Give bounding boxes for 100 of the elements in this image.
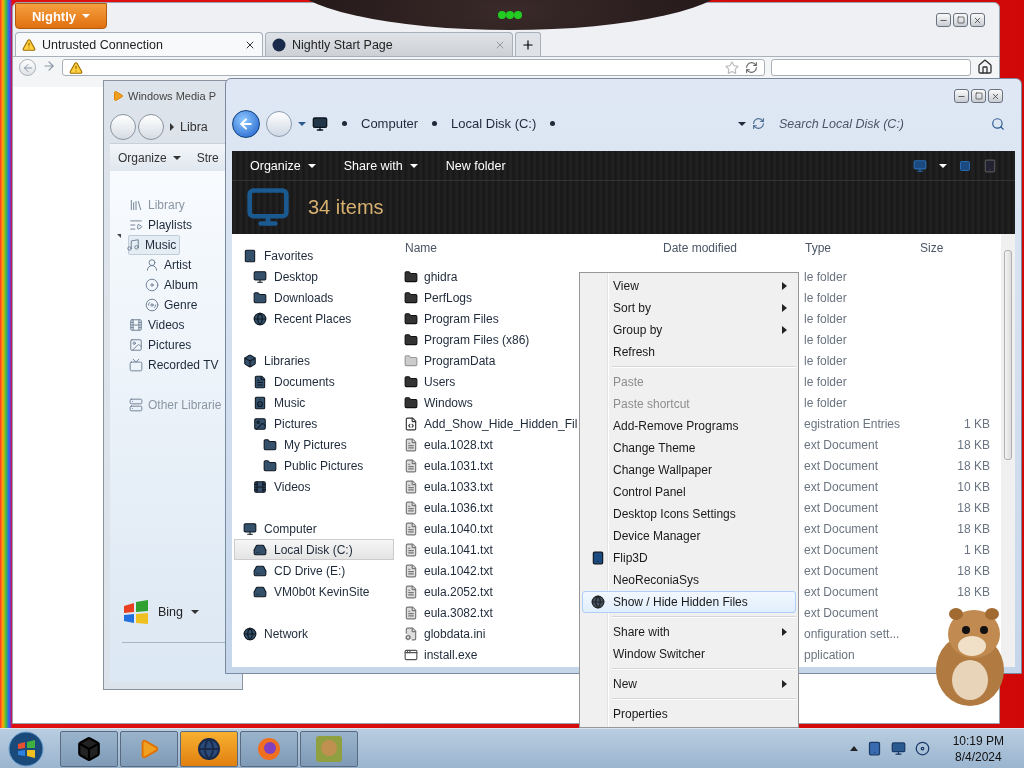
nav-item[interactable]: VM0b0t KevinSite bbox=[234, 581, 394, 602]
close-button[interactable] bbox=[970, 13, 985, 27]
column-header[interactable]: Size bbox=[916, 237, 996, 258]
menu-item[interactable]: NeoReconiaSys bbox=[582, 569, 796, 591]
nav-item[interactable]: Desktop bbox=[234, 266, 394, 287]
library-item[interactable]: Pictures bbox=[128, 335, 196, 355]
show-hidden-icons[interactable] bbox=[849, 746, 858, 751]
search-field[interactable] bbox=[771, 59, 971, 76]
forward-button[interactable] bbox=[266, 110, 292, 137]
breadcrumb-item[interactable]: Local Disk (C:) bbox=[451, 116, 537, 131]
nav-item[interactable]: Recent Places bbox=[234, 308, 394, 329]
home-icon[interactable] bbox=[977, 59, 993, 75]
file-size: 18 KB bbox=[956, 520, 991, 538]
speaker-icon bbox=[253, 395, 267, 410]
toolbar-button[interactable]: Share with bbox=[343, 156, 418, 175]
nav-item[interactable]: Music bbox=[234, 392, 394, 413]
back-button[interactable] bbox=[232, 109, 260, 138]
monitor-icon bbox=[253, 269, 267, 284]
registry-file-icon bbox=[404, 416, 418, 431]
plus-icon bbox=[521, 37, 535, 52]
nav-item[interactable]: Pictures bbox=[234, 413, 394, 434]
nav-item[interactable]: Favorites bbox=[234, 245, 394, 266]
preview-pane-icon[interactable] bbox=[959, 159, 971, 172]
nav-item[interactable]: Local Disk (C:) bbox=[234, 539, 394, 560]
menu-item[interactable]: Flip3D bbox=[582, 547, 796, 569]
menu-item[interactable]: Change Theme bbox=[582, 437, 796, 459]
menu-item[interactable]: Window Switcher bbox=[582, 643, 796, 665]
menu-item[interactable]: Device Manager bbox=[582, 525, 796, 547]
separator-icon bbox=[432, 121, 438, 126]
new-tab-button[interactable] bbox=[515, 32, 541, 56]
taskbar-app[interactable] bbox=[180, 730, 238, 767]
toolbar-button[interactable]: Organize bbox=[250, 156, 316, 175]
menu-item[interactable]: Share with bbox=[582, 621, 796, 643]
scrollbar[interactable] bbox=[1001, 234, 1015, 667]
text-file-icon bbox=[404, 563, 418, 578]
browser-tab[interactable]: Nightly Start Page bbox=[265, 32, 513, 56]
url-field[interactable] bbox=[62, 59, 765, 76]
maximize-button[interactable] bbox=[953, 13, 968, 27]
nav-item[interactable]: Network bbox=[234, 623, 394, 644]
view-icon[interactable] bbox=[913, 158, 927, 173]
library-item[interactable]: Genre bbox=[144, 295, 202, 315]
forward-icon[interactable] bbox=[42, 59, 56, 73]
library-item[interactable]: Videos bbox=[128, 315, 189, 335]
column-header[interactable]: Date modified bbox=[659, 237, 801, 258]
menu-item[interactable]: Refresh bbox=[582, 341, 796, 363]
menu-item[interactable]: Show / Hide Hidden Files bbox=[582, 591, 796, 613]
menu-item[interactable]: Properties bbox=[582, 703, 796, 725]
search-field[interactable]: Search Local Disk (C:) bbox=[777, 115, 987, 132]
menu-item[interactable]: Sort by bbox=[582, 297, 796, 319]
search-provider[interactable]: Bing bbox=[158, 605, 184, 619]
folder-icon bbox=[404, 395, 418, 410]
library-item[interactable]: Artist bbox=[144, 255, 196, 275]
nav-item[interactable]: Documents bbox=[234, 371, 394, 392]
maximize-button[interactable] bbox=[971, 89, 986, 103]
computer-icon bbox=[246, 185, 290, 229]
tablet-icon[interactable] bbox=[866, 741, 882, 756]
toolbar-button[interactable]: Stre bbox=[196, 150, 219, 165]
menu-item[interactable]: Group by bbox=[582, 319, 796, 341]
nav-item[interactable]: CD Drive (E:) bbox=[234, 560, 394, 581]
toolbar-button[interactable]: New folder bbox=[445, 156, 506, 175]
breadcrumb-item[interactable]: Computer bbox=[361, 116, 419, 131]
menu-item[interactable]: Desktop Icons Settings bbox=[582, 503, 796, 525]
browser-tab[interactable]: Untrusted Connection bbox=[15, 32, 263, 56]
menu-item[interactable]: Change Wallpaper bbox=[582, 459, 796, 481]
reload-icon[interactable] bbox=[745, 61, 758, 74]
start-button[interactable] bbox=[6, 729, 46, 768]
nav-item[interactable]: Libraries bbox=[234, 350, 394, 371]
file-type: onfiguration sett... bbox=[803, 625, 901, 643]
nav-item[interactable]: Public Pictures bbox=[234, 455, 394, 476]
column-header[interactable]: Name bbox=[401, 237, 659, 258]
star-icon[interactable] bbox=[725, 60, 739, 75]
toolbar-button[interactable]: Organize bbox=[118, 150, 181, 165]
disc-icon[interactable] bbox=[914, 741, 930, 756]
forward-button[interactable] bbox=[138, 114, 164, 140]
text-file-icon bbox=[404, 437, 418, 452]
menu-item[interactable]: Control Panel bbox=[582, 481, 796, 503]
menu-item[interactable]: Add-Remove Programs bbox=[582, 415, 796, 437]
refresh-icon[interactable] bbox=[752, 117, 765, 130]
file-type: le folder bbox=[803, 310, 848, 328]
close-button[interactable] bbox=[988, 89, 1003, 103]
nav-item[interactable]: Downloads bbox=[234, 287, 394, 308]
monitor-icon[interactable] bbox=[890, 741, 906, 756]
menu-item[interactable]: View bbox=[582, 275, 796, 297]
folder-icon bbox=[253, 290, 267, 305]
library-item[interactable]: Playlists bbox=[128, 215, 196, 235]
breadcrumb-item[interactable]: Libra bbox=[180, 120, 208, 134]
nav-item[interactable]: Videos bbox=[234, 476, 394, 497]
folder-icon bbox=[404, 332, 418, 347]
nav-item[interactable]: Computer bbox=[234, 518, 394, 539]
library-item[interactable]: Album bbox=[144, 275, 202, 295]
nav-item[interactable]: My Pictures bbox=[234, 434, 394, 455]
taskbar-app[interactable] bbox=[60, 730, 118, 767]
menu-item[interactable]: New bbox=[582, 673, 796, 695]
clock[interactable]: 10:19 PM 8/4/2024 bbox=[952, 732, 1004, 765]
column-header[interactable]: Type bbox=[801, 237, 916, 258]
search-icon[interactable] bbox=[991, 116, 1005, 131]
library-item[interactable]: Recorded TV bbox=[128, 355, 223, 375]
minimize-button[interactable] bbox=[954, 89, 969, 103]
window-title: Windows Media P bbox=[128, 90, 217, 102]
minimize-button[interactable] bbox=[936, 13, 951, 27]
